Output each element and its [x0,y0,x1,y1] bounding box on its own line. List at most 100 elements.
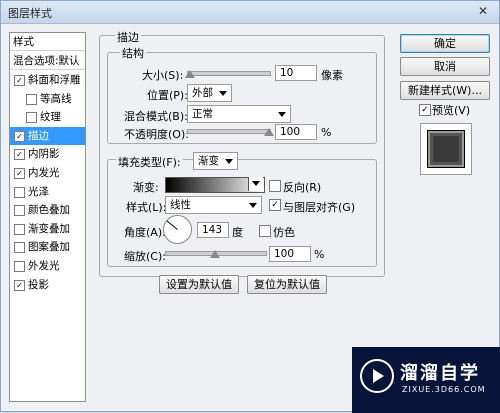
window-title: 图层样式 [8,7,52,20]
gradient-dropdown[interactable] [248,177,263,191]
reverse-label: 反向(R) [283,181,322,194]
styles-header[interactable]: 样式 [10,33,85,51]
style-item-checkbox[interactable] [26,93,37,105]
style-item-checkbox[interactable]: ✓ [14,130,25,142]
watermark: 溜溜自学 ZIXUE.3D66.COM [352,347,500,413]
angle-input[interactable]: 143 [197,222,229,238]
style-item[interactable]: ✓ 内阴影 [10,145,85,163]
angle-unit: 度 [232,226,243,239]
opacity-slider-thumb[interactable] [264,128,274,136]
chevron-down-icon [225,159,233,164]
style-label: 样式(L): [126,201,167,214]
style-item-label: 光泽 [28,185,49,198]
style-item-checkbox[interactable] [26,112,37,124]
style-item-label: 投影 [28,278,49,291]
style-item[interactable]: 纹理 [10,108,85,126]
new-style-button[interactable]: 新建样式(W)... [400,81,490,100]
scale-unit: % [314,248,325,261]
style-item-checkbox[interactable]: ✓ [14,149,25,161]
scale-label: 缩放(C): [124,250,166,263]
position-label: 位置(P): [147,89,188,102]
style-item-label: 等高线 [40,92,72,105]
scale-input[interactable]: 100 [269,246,311,262]
size-unit: 像素 [321,69,343,82]
opacity-slider[interactable] [187,129,271,134]
stroke-title: 描边 [115,29,141,45]
watermark-brand: 溜溜自学 [400,363,480,384]
size-input[interactable]: 10 [275,65,317,81]
position-select[interactable]: 外部 [187,84,232,102]
style-item-checkbox[interactable] [14,223,25,235]
blend-options-item[interactable]: 混合选项:默认 [10,52,85,70]
fill-type-value: 渐变 [198,155,219,167]
blend-mode-label: 混合模式(B): [124,110,188,123]
style-item-checkbox[interactable] [14,242,25,254]
style-item-label: 纹理 [40,111,61,124]
scale-slider-thumb[interactable] [210,250,220,258]
style-item[interactable]: ✓ 投影 [10,276,85,294]
style-item[interactable]: 外发光 [10,257,85,275]
angle-dial[interactable] [163,215,192,244]
style-item-label: 内阴影 [28,148,60,161]
reverse-checkbox[interactable] [269,180,281,192]
chevron-down-icon [249,203,257,208]
dither-checkbox[interactable] [259,225,271,237]
style-item[interactable]: 颜色叠加 [10,201,85,219]
preview-label: 预览(V) [432,104,471,117]
style-item-label: 外发光 [28,260,60,272]
style-item-checkbox[interactable]: ✓ [14,279,25,291]
align-with-layer-checkbox[interactable]: ✓ [269,199,281,211]
position-value: 外部 [192,87,213,99]
reset-default-button[interactable]: 复位为默认值 [247,275,327,294]
style-item[interactable]: 等高线 [10,90,85,108]
fill-type-label: 填充类型(F): [116,154,183,170]
dither-label: 仿色 [273,226,295,239]
gradient-style-select[interactable]: 线性 [165,196,262,214]
structure-title: 结构 [120,45,146,61]
style-item-checkbox[interactable] [14,261,25,272]
angle-label: 角度(A): [124,226,166,239]
angle-needle-icon [166,220,178,230]
style-item-checkbox[interactable] [14,205,25,217]
title-bar[interactable]: 图层样式 ✕ [1,1,499,24]
close-icon[interactable]: ✕ [475,4,491,19]
chevron-down-icon [219,91,227,96]
style-item-checkbox[interactable]: ✓ [14,75,25,86]
style-item[interactable]: 光泽 [10,183,85,201]
blend-mode-value: 正常 [192,108,213,120]
gradient-label: 渐变: [133,181,159,194]
layer-style-dialog: 图层样式 ✕ 样式 混合选项:默认 ✓ 斜面和浮雕 等高线 纹理 ✓ 描边 ✓ 内阴影 ✓ 内发光… [0,0,500,413]
style-item-checkbox[interactable] [14,186,25,198]
style-item-label: 渐变叠加 [28,222,70,235]
styles-list: 样式 混合选项:默认 ✓ 斜面和浮雕 等高线 纹理 ✓ 描边 ✓ 内阴影 ✓ 内发光 光泽 颜色叠加渐… [9,32,86,402]
fill-type-select[interactable]: 渐变 [193,152,238,170]
preview-checkbox[interactable]: ✓ [419,104,431,116]
play-logo-icon [360,359,394,393]
style-item-label: 内发光 [28,167,60,179]
style-item[interactable]: 渐变叠加 [10,220,85,238]
style-preview-thumbnail [420,123,472,175]
align-with-layer-label: 与图层对齐(G) [283,201,356,214]
size-slider[interactable] [187,71,271,76]
size-label: 大小(S): [142,69,184,82]
style-item[interactable]: 图案叠加 [10,238,85,256]
opacity-unit: % [321,126,332,139]
opacity-input[interactable]: 100 [275,124,317,140]
style-item[interactable]: ✓ 斜面和浮雕 [10,71,85,89]
blend-mode-select[interactable]: 正常 [187,105,291,123]
cancel-button[interactable]: 取消 [400,57,490,76]
make-default-button[interactable]: 设置为默认值 [159,275,239,294]
watermark-url: ZIXUE.3D66.COM [402,385,486,394]
style-item-label: 描边 [28,129,49,142]
gradient-style-value: 线性 [170,199,191,211]
chevron-down-icon [252,181,260,186]
size-slider-thumb[interactable] [185,70,196,78]
opacity-label: 不透明度(O): [124,128,189,141]
style-item[interactable]: ✓ 描边 [10,126,85,145]
chevron-down-icon [278,112,286,117]
style-item-checkbox[interactable]: ✓ [14,168,25,179]
style-item-label: 颜色叠加 [28,204,70,217]
style-item-label: 图案叠加 [28,241,70,254]
ok-button[interactable]: 确定 [400,34,490,53]
style-item[interactable]: ✓ 内发光 [10,164,85,182]
